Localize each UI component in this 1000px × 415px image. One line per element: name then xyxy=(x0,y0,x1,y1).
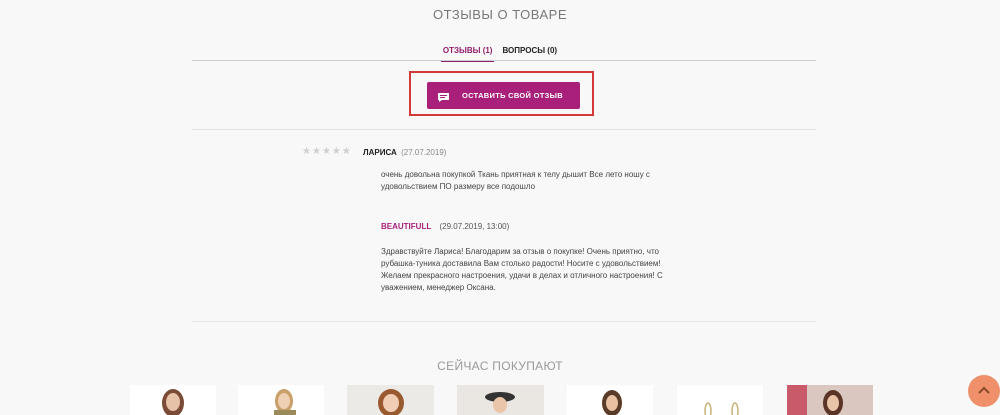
product-card[interactable] xyxy=(130,385,216,415)
rating-stars: ★★★★★ xyxy=(302,146,352,157)
reply-text: Здравствуйте Лариса! Благодарим за отзыв… xyxy=(381,247,663,292)
reply-author: BEAUTIFULL (29.07.2019, 13:00) xyxy=(381,222,509,231)
product-card[interactable] xyxy=(457,385,544,415)
review-text: очень довольна покупкой Ткань приятная к… xyxy=(381,170,650,191)
product-card[interactable] xyxy=(567,385,653,415)
review-date: (27.07.2019) xyxy=(401,148,447,157)
tabs-divider xyxy=(192,60,816,61)
chat-bubble-icon xyxy=(437,90,450,102)
leave-review-label: ОСТАВИТЬ СВОЙ ОТЗЫВ xyxy=(462,91,563,100)
buying-now-title: СЕЙЧАС ПОКУПАЮТ xyxy=(437,359,563,373)
review-author: ЛАРИСА (27.07.2019) xyxy=(363,148,446,157)
star-icon: ★ xyxy=(321,146,332,157)
chevron-up-icon xyxy=(977,382,991,400)
product-card[interactable] xyxy=(677,385,763,415)
section-divider xyxy=(192,321,816,322)
reply-date: (29.07.2019, 13:00) xyxy=(439,222,510,231)
scroll-to-top-button[interactable] xyxy=(968,375,1000,407)
reviews-section-title: ОТЗЫВЫ О ТОВАРЕ xyxy=(432,7,567,22)
review-divider xyxy=(192,129,816,130)
review-author-name: ЛАРИСА xyxy=(363,148,397,157)
product-card[interactable] xyxy=(238,385,324,415)
star-icon: ★ xyxy=(331,146,342,157)
star-icon: ★ xyxy=(311,146,322,157)
product-card[interactable] xyxy=(347,385,434,415)
star-icon: ★ xyxy=(302,146,312,157)
product-card[interactable] xyxy=(787,385,873,415)
reply-author-name: BEAUTIFULL xyxy=(381,222,432,231)
leave-review-button[interactable]: ОСТАВИТЬ СВОЙ ОТЗЫВ xyxy=(427,82,580,109)
star-icon: ★ xyxy=(341,146,352,157)
